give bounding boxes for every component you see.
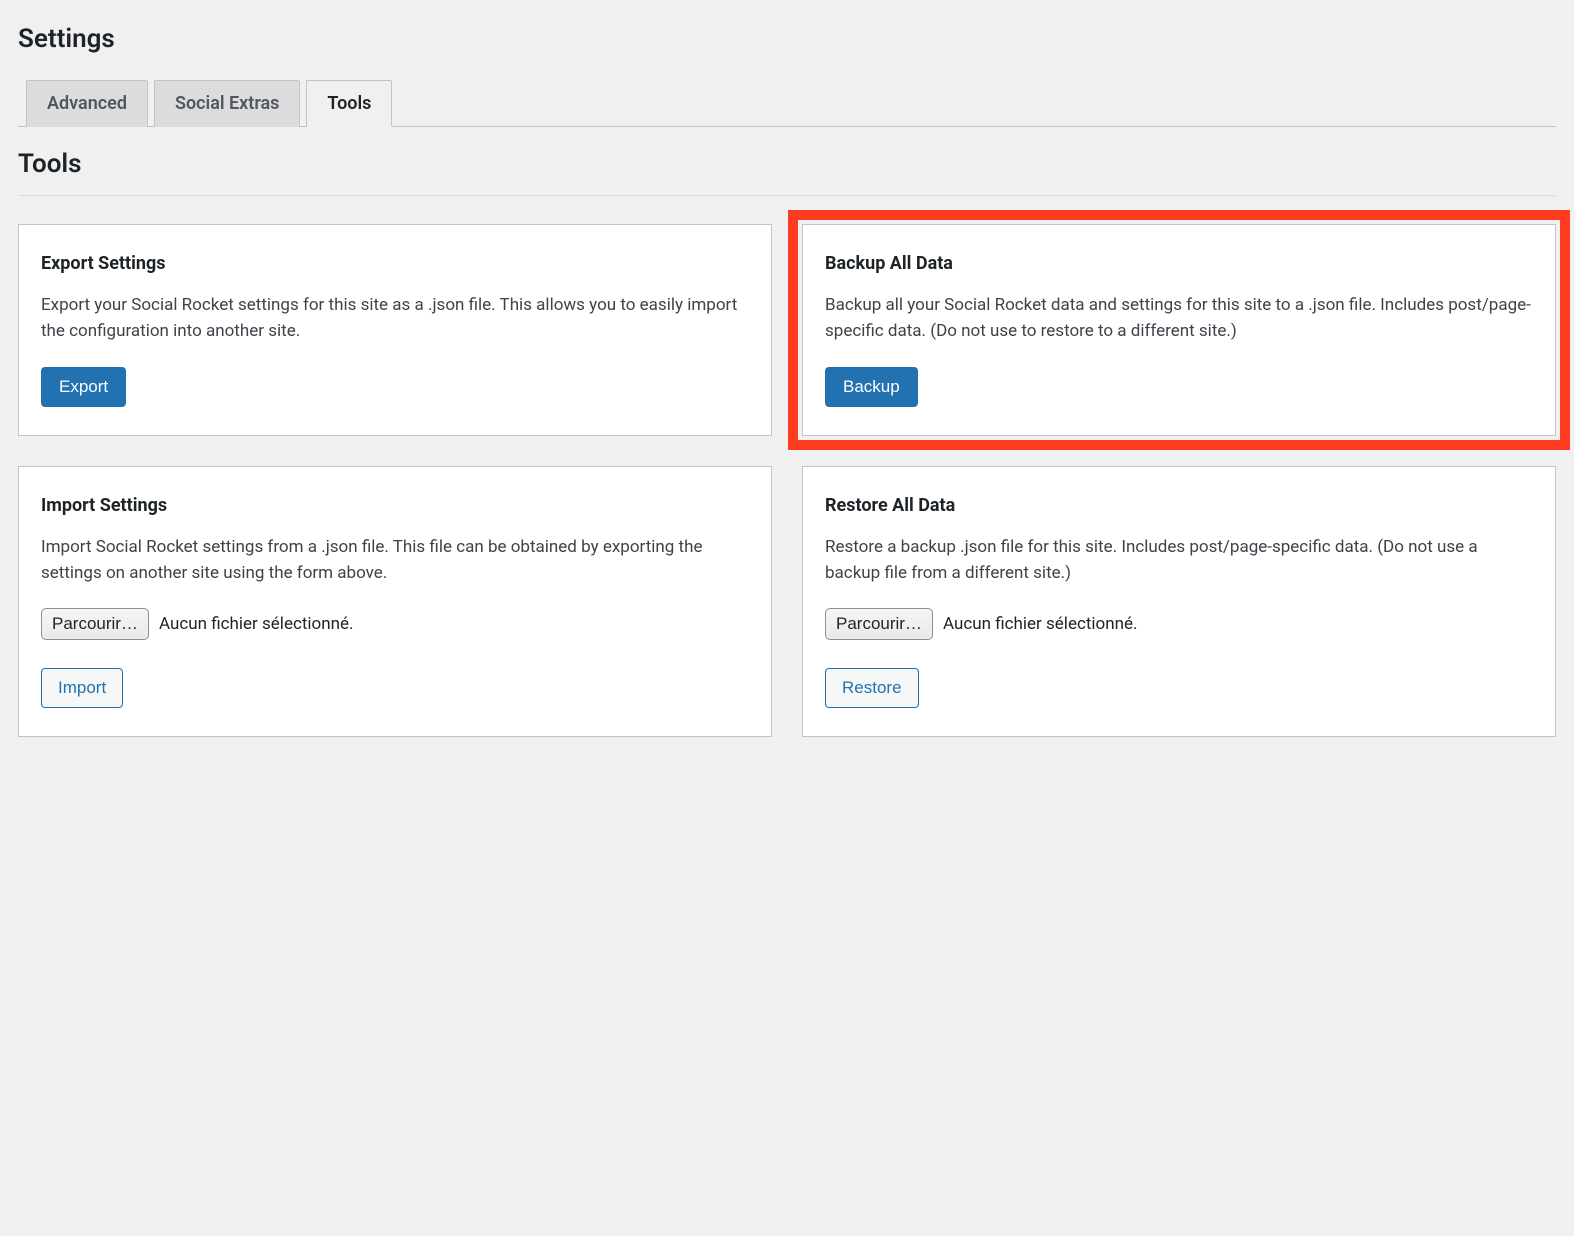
- card-description: Restore a backup .json file for this sit…: [825, 534, 1533, 587]
- file-input-row: Parcourir… Aucun fichier sélectionné.: [41, 608, 749, 640]
- card-restore-all-data: Restore All Data Restore a backup .json …: [802, 466, 1556, 738]
- card-description: Backup all your Social Rocket data and s…: [825, 292, 1533, 345]
- card-title: Backup All Data: [825, 253, 1533, 274]
- backup-button[interactable]: Backup: [825, 367, 918, 407]
- browse-button[interactable]: Parcourir…: [41, 608, 149, 640]
- card-backup-all-data: Backup All Data Backup all your Social R…: [802, 224, 1556, 436]
- card-description: Export your Social Rocket settings for t…: [41, 292, 749, 345]
- file-status-label: Aucun fichier sélectionné.: [159, 614, 354, 634]
- import-button[interactable]: Import: [41, 668, 123, 708]
- card-export-settings: Export Settings Export your Social Rocke…: [18, 224, 772, 436]
- page-title: Settings: [18, 24, 1556, 54]
- tab-advanced[interactable]: Advanced: [26, 80, 148, 127]
- tabs-nav: Advanced Social Extras Tools: [18, 80, 1556, 127]
- card-description: Import Social Rocket settings from a .js…: [41, 534, 749, 587]
- restore-button[interactable]: Restore: [825, 668, 919, 708]
- section-title: Tools: [18, 149, 1556, 179]
- export-button[interactable]: Export: [41, 367, 126, 407]
- tab-social-extras[interactable]: Social Extras: [154, 80, 300, 127]
- card-title: Export Settings: [41, 253, 749, 274]
- file-status-label: Aucun fichier sélectionné.: [943, 614, 1138, 634]
- tab-tools[interactable]: Tools: [306, 80, 392, 127]
- divider: [18, 195, 1556, 196]
- file-input-row: Parcourir… Aucun fichier sélectionné.: [825, 608, 1533, 640]
- card-title: Import Settings: [41, 495, 749, 516]
- card-title: Restore All Data: [825, 495, 1533, 516]
- browse-button[interactable]: Parcourir…: [825, 608, 933, 640]
- card-import-settings: Import Settings Import Social Rocket set…: [18, 466, 772, 738]
- cards-grid: Export Settings Export your Social Rocke…: [18, 224, 1556, 737]
